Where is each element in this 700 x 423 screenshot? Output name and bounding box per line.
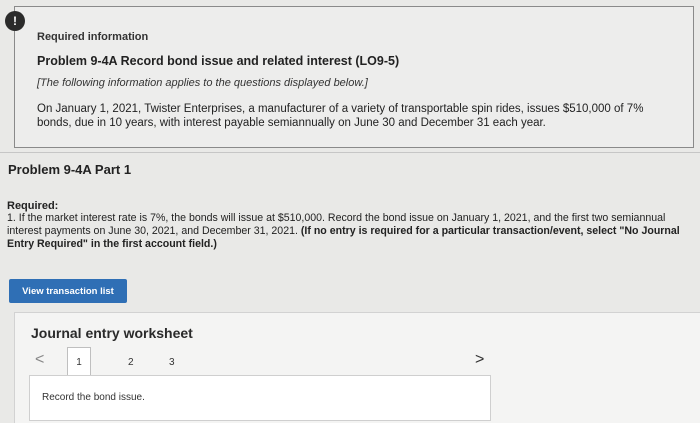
worksheet-page-3-tab[interactable]: 3 <box>169 357 175 368</box>
worksheet-page-1-tab[interactable]: 1 <box>67 347 91 378</box>
required-information-box: ! Required information Problem 9-4A Reco… <box>5 6 694 148</box>
chevron-left-icon[interactable]: < <box>35 351 44 369</box>
worksheet-record-panel: Record the bond issue. <box>29 375 491 421</box>
alert-icon: ! <box>5 11 25 31</box>
problem-description: On January 1, 2021, Twister Enterprises,… <box>37 103 644 129</box>
record-instruction: Record the bond issue. <box>42 392 145 403</box>
chevron-right-icon[interactable]: > <box>475 351 484 369</box>
worksheet-title: Journal entry worksheet <box>31 325 193 341</box>
required-information-heading: Required information <box>37 31 149 43</box>
view-transaction-list-button[interactable]: View transaction list <box>9 279 127 303</box>
required-instructions: 1. If the market interest rate is 7%, th… <box>7 212 697 251</box>
applies-note: [The following information applies to th… <box>37 77 368 89</box>
worksheet-page-2-tab[interactable]: 2 <box>128 357 134 368</box>
required-label: Required: <box>7 200 59 212</box>
section-divider <box>0 152 700 153</box>
problem-title: Problem 9-4A Record bond issue and relat… <box>37 54 400 68</box>
part-title: Problem 9-4A Part 1 <box>8 162 132 177</box>
journal-entry-worksheet: Journal entry worksheet < 1 2 3 > Record… <box>14 312 700 423</box>
